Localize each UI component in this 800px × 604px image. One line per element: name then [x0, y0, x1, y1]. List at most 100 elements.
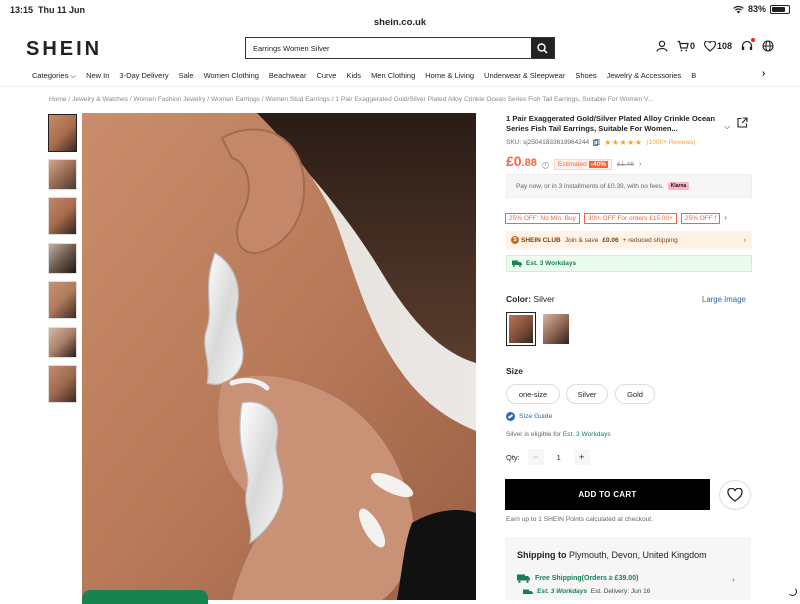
support-button[interactable]	[741, 38, 756, 52]
truck-icon	[512, 260, 522, 267]
product-thumbnail[interactable]	[48, 114, 77, 152]
search-button[interactable]	[531, 38, 554, 58]
reviews-link[interactable]: (1000+ Reviews)	[647, 139, 696, 146]
search-input[interactable]	[246, 38, 531, 58]
nav-item[interactable]: 3-Day Delivery	[119, 71, 168, 81]
promo-tag[interactable]: 30% OFF For orders £15.00+	[583, 213, 677, 224]
size-label: Size	[506, 366, 524, 376]
nav-item[interactable]: Jewelry & Accessories	[607, 71, 682, 81]
nav-item[interactable]: New In	[86, 71, 109, 81]
size-guide-link[interactable]: Size Guide	[506, 412, 552, 421]
nav-item[interactable]: Underwear & Sleepwear	[484, 71, 565, 81]
shein-logo[interactable]: SHEIN	[26, 38, 102, 61]
product-thumbnail[interactable]	[48, 159, 77, 190]
cart-icon	[677, 40, 689, 52]
chevron-right-icon[interactable]: ›	[732, 575, 735, 584]
status-time: 13:15	[10, 5, 34, 15]
header-icons: 0 108	[656, 38, 774, 52]
search-bar	[245, 37, 555, 59]
nav-next-arrow[interactable]: ›	[762, 68, 765, 79]
nav-item[interactable]: Beachwear	[269, 71, 307, 81]
status-date: Thu 11 Jun	[38, 5, 86, 15]
qty-value[interactable]: 1	[552, 453, 566, 462]
club-badge: S SHEIN CLUB	[511, 236, 561, 244]
size-option-gold[interactable]: Gold	[615, 384, 655, 404]
delivery-estimate: Est. 3 Workdays Est. Delivery: Jun 16	[523, 588, 650, 595]
promo-next-icon[interactable]: ›	[724, 213, 727, 224]
status-right: 83%	[733, 4, 790, 14]
truck-icon	[523, 589, 533, 594]
installments-text: Pay now, or in 3 installments of £0.39, …	[516, 182, 664, 190]
size-option-one-size[interactable]: one-size	[506, 384, 560, 404]
battery-percent: 83%	[747, 4, 766, 14]
nav-item[interactable]: Curve	[316, 71, 336, 81]
color-swatch-silver[interactable]	[506, 312, 536, 346]
nav-item[interactable]: Men Clothing	[371, 71, 415, 81]
price-row: £0.88 i Estimated -40% £1.46 ›	[506, 153, 641, 171]
product-thumbnail[interactable]	[48, 243, 77, 274]
price-chevron-icon[interactable]: ›	[639, 161, 641, 168]
product-thumbnail[interactable]	[48, 281, 77, 319]
price-info-icon[interactable]: i	[541, 161, 549, 169]
address-bar-url[interactable]: shein.co.uk	[0, 17, 800, 28]
club-amount: £0.06	[602, 236, 619, 244]
product-thumbnail[interactable]	[48, 365, 77, 403]
size-option-silver[interactable]: Silver	[566, 384, 608, 404]
club-join-text: Join & save	[564, 236, 599, 244]
title-expand-chevron-icon[interactable]: ⌵	[724, 122, 730, 132]
product-thumbnail[interactable]	[48, 197, 77, 235]
promo-tag[interactable]: 25% OFF f	[680, 213, 721, 224]
breadcrumb[interactable]: Home / Jewelry & Watches / Women Fashion…	[49, 96, 759, 103]
shein-club-banner[interactable]: S SHEIN CLUB Join & save £0.06 + reduced …	[506, 231, 752, 249]
copy-icon[interactable]	[593, 139, 600, 146]
sku-text: SKU: sj25041833619964244	[506, 139, 590, 146]
eligibility-note: Silver is eligible for Est. 3 Workdays	[506, 431, 611, 438]
nav-item[interactable]: Home & Living	[425, 71, 474, 81]
qty-minus-button[interactable]: −	[527, 449, 544, 465]
estimated-discount-badge[interactable]: Estimated -40%	[553, 159, 612, 170]
heart-icon	[704, 40, 716, 52]
price-value: £0.88	[506, 153, 537, 169]
chat-widget-tab[interactable]	[82, 590, 208, 604]
nav-item[interactable]: Shoes	[575, 71, 596, 81]
promo-tag[interactable]: 25% OFF: No Min. Buy	[505, 213, 580, 224]
quantity-stepper: Qty: − 1 +	[506, 449, 590, 465]
nav-item[interactable]: Categories ⌵	[32, 71, 76, 81]
qty-label: Qty:	[506, 452, 520, 462]
chevron-right-icon: ›	[743, 236, 746, 244]
share-icon[interactable]	[737, 115, 748, 133]
language-button[interactable]	[762, 40, 774, 52]
klarna-logo: Klarna	[667, 182, 690, 190]
nav-item[interactable]: Sale	[179, 71, 194, 81]
battery-icon	[770, 4, 790, 14]
product-main-image[interactable]	[82, 113, 476, 600]
loading-spinner-icon	[788, 587, 797, 596]
nav-item[interactable]: Kids	[346, 71, 361, 81]
save-to-wishlist-button[interactable]	[719, 480, 751, 510]
wishlist-count: 108	[717, 41, 733, 51]
qty-plus-button[interactable]: +	[573, 449, 590, 465]
delivery-estimate-banner: Est. 3 Workdays	[506, 255, 752, 272]
search-icon	[537, 42, 548, 54]
rating-stars: ★★★★★	[604, 138, 643, 147]
nav-item[interactable]: Women Clothing	[204, 71, 259, 81]
wifi-icon	[733, 5, 744, 13]
club-suffix: + reduced shipping	[622, 236, 678, 244]
original-price: £1.46	[616, 161, 634, 168]
nav-item[interactable]: B	[691, 71, 696, 81]
wishlist-button[interactable]: 108	[704, 40, 733, 52]
sku-row: SKU: sj25041833619964244 ★★★★★ (1000+ Re…	[506, 138, 695, 147]
category-nav: Categories ⌵ New In 3-Day Delivery Sale …	[32, 71, 706, 81]
cart-count: 0	[690, 41, 696, 51]
globe-icon	[762, 40, 774, 52]
cart-button[interactable]: 0	[677, 40, 695, 52]
installments-banner[interactable]: Pay now, or in 3 installments of £0.39, …	[506, 174, 752, 198]
product-thumbnail[interactable]	[48, 327, 77, 358]
large-image-link[interactable]: Large Image	[702, 295, 746, 304]
shipping-destination[interactable]: Shipping to Plymouth, Devon, United King…	[517, 550, 707, 560]
account-button[interactable]	[656, 40, 668, 52]
color-swatch-gold[interactable]	[541, 312, 571, 346]
add-to-cart-button[interactable]: ADD TO CART	[505, 479, 710, 510]
club-icon: S	[511, 236, 519, 244]
free-shipping-row[interactable]: Free Shipping(Orders ≥ £39.00)	[517, 574, 638, 583]
